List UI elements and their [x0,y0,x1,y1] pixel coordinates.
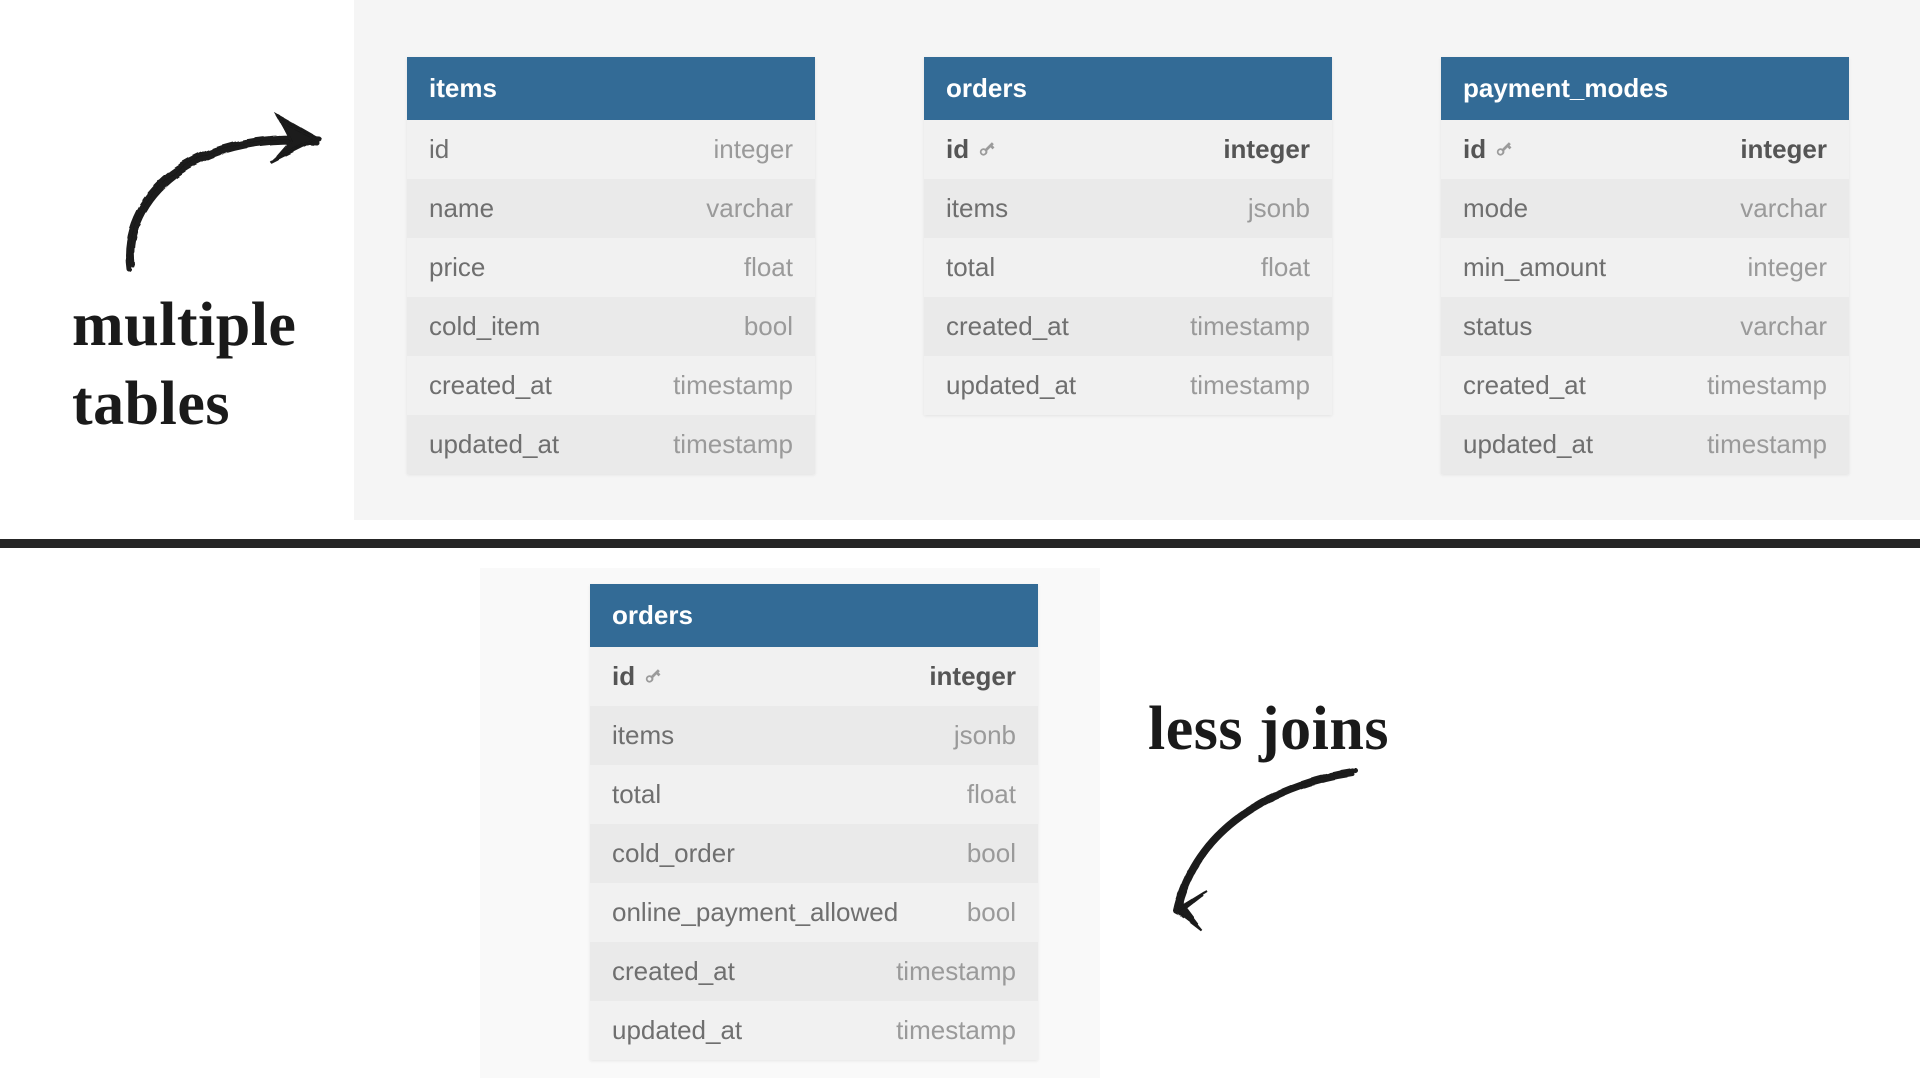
table-row: id integer [407,120,815,179]
column-name: updated_at [429,429,559,460]
column-name: cold_order [612,838,735,869]
column-type: varchar [1740,311,1827,342]
table-row: updated_at timestamp [590,1001,1038,1060]
column-type: timestamp [1190,311,1310,342]
column-name: name [429,193,494,224]
column-type: bool [744,311,793,342]
column-type: integer [1223,134,1310,165]
column-name: created_at [1463,370,1586,401]
column-name: updated_at [946,370,1076,401]
table-header: orders [924,57,1332,120]
column-type: timestamp [1707,429,1827,460]
column-name: created_at [429,370,552,401]
table-row: price float [407,238,815,297]
db-table-orders: orders id integer items jsonb total float creat… [924,57,1332,415]
column-type: jsonb [954,720,1016,751]
column-name: cold_item [429,311,540,342]
column-type: integer [1748,252,1828,283]
table-row: total float [924,238,1332,297]
table-row: created_at timestamp [590,942,1038,1001]
table-row: cold_item bool [407,297,815,356]
table-row: id integer [590,647,1038,706]
table-row: updated_at timestamp [1441,415,1849,474]
table-row: items jsonb [924,179,1332,238]
table-row: created_at timestamp [1441,356,1849,415]
column-name: mode [1463,193,1528,224]
column-type: integer [929,661,1016,692]
section-divider [0,539,1920,548]
table-row: updated_at timestamp [924,356,1332,415]
column-name: total [612,779,661,810]
column-name: items [612,720,674,751]
column-name: created_at [612,956,735,987]
column-name: price [429,252,485,283]
key-icon [643,666,665,688]
table-row: updated_at timestamp [407,415,815,474]
table-row: online_payment_allowed bool [590,883,1038,942]
column-name: items [946,193,1008,224]
table-row: mode varchar [1441,179,1849,238]
column-type: integer [1740,134,1827,165]
table-row: min_amount integer [1441,238,1849,297]
column-name: id [946,134,999,165]
column-type: float [744,252,793,283]
annotation-less-joins: less joins [1148,690,1389,769]
column-name: id [612,661,665,692]
column-type: varchar [1740,193,1827,224]
table-row: items jsonb [590,706,1038,765]
column-name: created_at [946,311,1069,342]
table-row: cold_order bool [590,824,1038,883]
column-type: integer [714,134,794,165]
column-name: id [1463,134,1516,165]
table-row: id integer [924,120,1332,179]
table-row: id integer [1441,120,1849,179]
table-row: name varchar [407,179,815,238]
column-type: timestamp [896,1015,1016,1046]
column-name: updated_at [612,1015,742,1046]
key-icon [1494,139,1516,161]
annotation-multiple-tables: multipletables [72,286,296,445]
column-type: timestamp [1190,370,1310,401]
table-header: orders [590,584,1038,647]
db-table-orders-denormalized: orders id integer items jsonb total float cold_… [590,584,1038,1060]
column-name: id [429,134,449,165]
column-name: total [946,252,995,283]
column-name: min_amount [1463,252,1606,283]
column-type: varchar [706,193,793,224]
table-header: payment_modes [1441,57,1849,120]
db-table-items: items id integer name varchar price float cold_… [407,57,815,474]
column-type: jsonb [1248,193,1310,224]
key-icon [977,139,999,161]
arrow-bottom-icon [1136,760,1376,940]
column-type: timestamp [1707,370,1827,401]
column-type: bool [967,838,1016,869]
column-type: bool [967,897,1016,928]
column-name: updated_at [1463,429,1593,460]
column-name: online_payment_allowed [612,897,898,928]
column-type: float [1261,252,1310,283]
column-type: timestamp [896,956,1016,987]
column-type: timestamp [673,370,793,401]
column-name: status [1463,311,1532,342]
table-row: created_at timestamp [407,356,815,415]
table-row: created_at timestamp [924,297,1332,356]
arrow-top-icon [108,108,368,278]
column-type: float [967,779,1016,810]
table-row: status varchar [1441,297,1849,356]
table-header: items [407,57,815,120]
column-type: timestamp [673,429,793,460]
db-table-payment-modes: payment_modesid integer mode varchar min_amo… [1441,57,1849,474]
table-row: total float [590,765,1038,824]
